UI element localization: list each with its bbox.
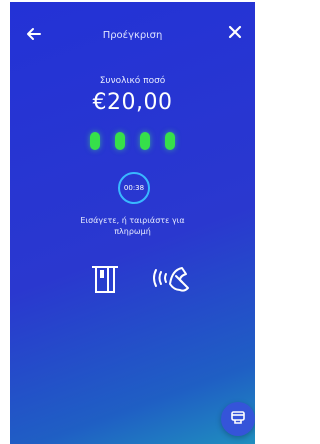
pin-dot [90,132,100,150]
contactless-tap-icon[interactable] [150,262,192,294]
pin-indicator [10,132,255,150]
pin-dot [115,132,125,150]
close-icon[interactable] [225,22,245,42]
payment-instruction: Εισάγετε, ή ταιριάστε για πληρωμή [80,216,185,236]
card-insert-icon[interactable] [90,264,120,294]
pin-dot [165,132,175,150]
card-reader-button[interactable] [221,402,255,436]
amount-label: Συνολικό ποσό [99,76,166,86]
app-frame: Προέγκριση Συνολικό ποσό €20,00 00:38 Ει… [0,0,255,444]
top-bar: Προέγκριση [10,2,255,58]
page-title: Προέγκριση [102,30,163,41]
amount-value: €20,00 [92,90,173,115]
card-reader-icon [230,409,246,429]
pin-dot [140,132,150,150]
preauthorization-screen: Προέγκριση Συνολικό ποσό €20,00 00:38 Ει… [10,2,255,444]
countdown-timer: 00:38 [118,172,150,204]
